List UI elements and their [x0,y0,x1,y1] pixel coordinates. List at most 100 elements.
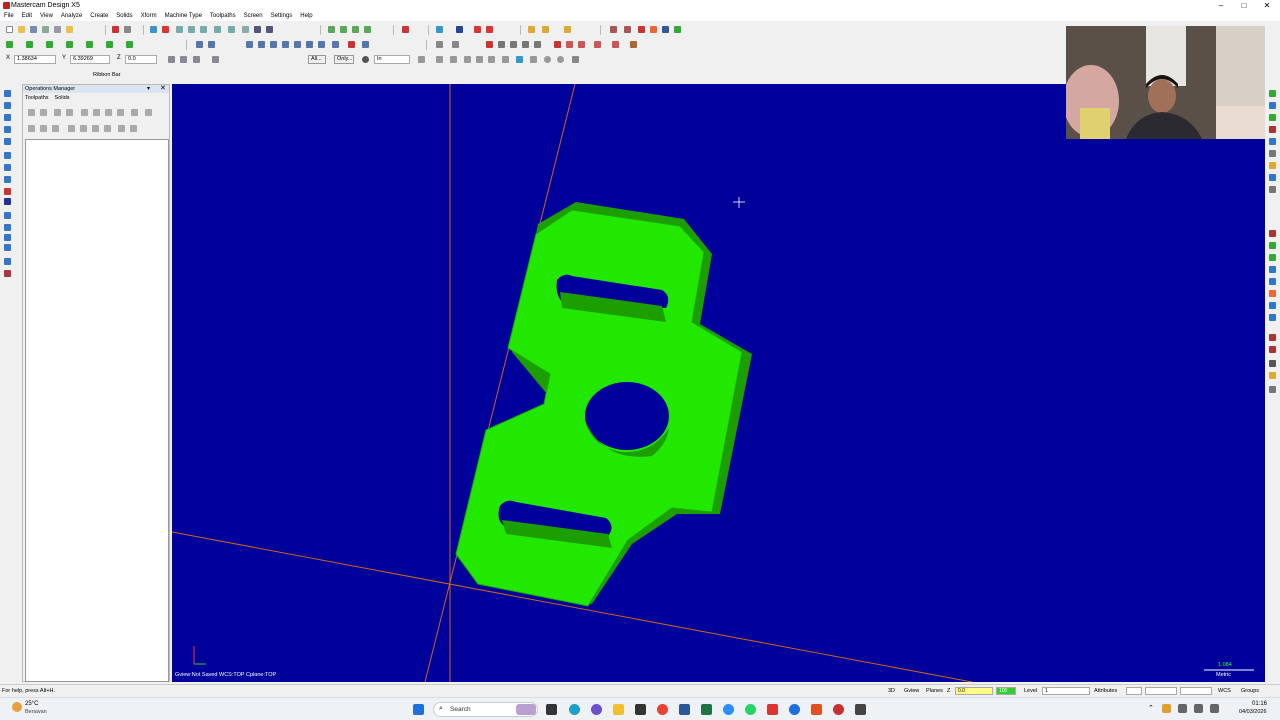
ops-dropdown-icon[interactable]: ▾ [147,85,150,92]
right-tool-9-icon[interactable] [1269,186,1276,193]
menu-create[interactable]: Create [86,11,112,21]
solid-extrude-icon[interactable] [436,41,443,48]
menu-machine-type[interactable]: Machine Type [161,11,206,21]
ops-close-icon[interactable]: ✕ [160,84,166,92]
break-icon[interactable] [208,41,215,48]
menu-settings[interactable]: Settings [267,11,297,21]
end-select-icon[interactable] [557,56,564,63]
left-tool-color-icon[interactable] [4,270,11,277]
undo-icon[interactable] [112,26,119,33]
z-coordinate-input[interactable]: 0.0 [125,55,157,64]
mastercam-icon[interactable] [767,704,778,715]
flag-icon[interactable] [638,26,645,33]
select-dirty-icon[interactable] [40,109,47,116]
left-tool-ellipse-icon[interactable] [4,164,11,171]
lightbulb-icon[interactable] [212,56,219,63]
surface-trim-icon[interactable] [566,41,573,48]
window-select-icon[interactable] [418,56,425,63]
right-tool-12-icon[interactable] [1269,254,1276,261]
app-icon[interactable] [789,704,800,715]
polygon-select-icon[interactable] [476,56,483,63]
backplot-icon[interactable] [474,26,481,33]
surface-blend-icon[interactable] [612,41,619,48]
left-tool-mesh-icon[interactable] [4,224,11,231]
gview-button[interactable]: Gview [904,688,919,694]
right-tool-7-icon[interactable] [1269,162,1276,169]
close-button[interactable]: ✕ [1256,0,1278,11]
left-tool-spline-icon[interactable] [4,126,11,133]
only-display-icon[interactable] [130,125,137,132]
scale-icon[interactable] [282,41,289,48]
menu-analyze[interactable]: Analyze [57,11,86,21]
shaded-edges-icon[interactable] [364,26,371,33]
point-icon[interactable] [6,41,13,48]
planes-button[interactable]: Planes [926,688,943,694]
menu-edit[interactable]: Edit [18,11,36,21]
volume-icon[interactable] [1194,704,1203,713]
zoom-out-icon[interactable] [200,26,207,33]
left-tool-bounding-icon[interactable] [4,188,11,195]
menu-toolpaths[interactable]: Toolpaths [206,11,240,21]
right-tool-22-icon[interactable] [1269,386,1276,393]
lock-icon[interactable] [28,125,35,132]
left-tool-surface-icon[interactable] [4,212,11,219]
spline-icon[interactable] [86,41,93,48]
right-tool-14-icon[interactable] [1269,278,1276,285]
zoom-in-icon[interactable] [188,26,195,33]
regen-all-icon[interactable] [54,109,61,116]
store-icon[interactable] [635,704,646,715]
tray-chevron-icon[interactable]: ⌃ [1148,704,1154,712]
weather-icon[interactable] [12,702,22,712]
right-tool-20-icon[interactable] [1269,360,1276,367]
save-as-icon[interactable] [42,26,49,33]
autocursor-icon[interactable] [180,56,187,63]
trim-icon[interactable] [196,41,203,48]
move-down-icon[interactable] [68,125,75,132]
surface-fillet-icon[interactable] [554,41,561,48]
left-tool-point-icon[interactable] [4,90,11,97]
toggle-display-icon[interactable] [40,125,47,132]
copilot-icon[interactable] [591,704,602,715]
right-tool-3-icon[interactable] [1269,114,1276,121]
left-tool-arc-icon[interactable] [4,114,11,121]
post-icon[interactable] [650,26,657,33]
right-tool-13-icon[interactable] [1269,266,1276,273]
move-up-icon[interactable] [80,125,87,132]
array-icon[interactable] [332,41,339,48]
battery-icon[interactable] [1210,704,1219,713]
start-button[interactable] [413,704,424,715]
left-tool-rect-icon[interactable] [4,138,11,145]
arc-icon[interactable] [46,41,53,48]
selection-mode-select[interactable]: In [374,55,410,64]
nc-icon[interactable] [674,26,681,33]
surface-extend-icon[interactable] [630,41,637,48]
surface-offset-icon[interactable] [594,41,601,48]
surface-loft-icon[interactable] [498,41,505,48]
scroll-icon[interactable] [118,125,125,132]
z-depth-input[interactable]: 0.0 [955,687,993,695]
brush-icon[interactable] [564,26,571,33]
right-tool-2-icon[interactable] [1269,102,1276,109]
solid-revolve-icon[interactable] [452,41,459,48]
level-input[interactable]: 1 [1042,687,1090,695]
right-tool-21-icon[interactable] [1269,372,1276,379]
rotate-icon[interactable] [258,41,265,48]
line-style-select[interactable] [1145,687,1177,695]
right-tool-16-icon[interactable] [1269,302,1276,309]
right-tool-5-icon[interactable] [1269,138,1276,145]
graphics-viewport[interactable]: Gview:Not Saved WCS:TOP Cplane:TOP 1.084… [172,84,1265,682]
unzoom-icon[interactable] [228,26,235,33]
attributes-button[interactable]: Attributes [1094,688,1117,694]
minimize-button[interactable]: – [1210,0,1232,11]
right-tool-18-icon[interactable] [1269,334,1276,341]
offset-icon[interactable] [294,41,301,48]
left-tool-letters-icon[interactable] [4,176,11,183]
zoom-window-icon[interactable] [176,26,183,33]
clock-time[interactable]: 01:16 [1252,701,1267,707]
tab-toolpaths[interactable]: Toolpaths [25,95,49,101]
move-insert-icon[interactable] [104,125,111,132]
left-tool-dimension-icon[interactable] [4,244,11,251]
ops-help-icon[interactable] [145,109,152,116]
list-icon[interactable] [662,26,669,33]
right-tool-17-icon[interactable] [1269,314,1276,321]
